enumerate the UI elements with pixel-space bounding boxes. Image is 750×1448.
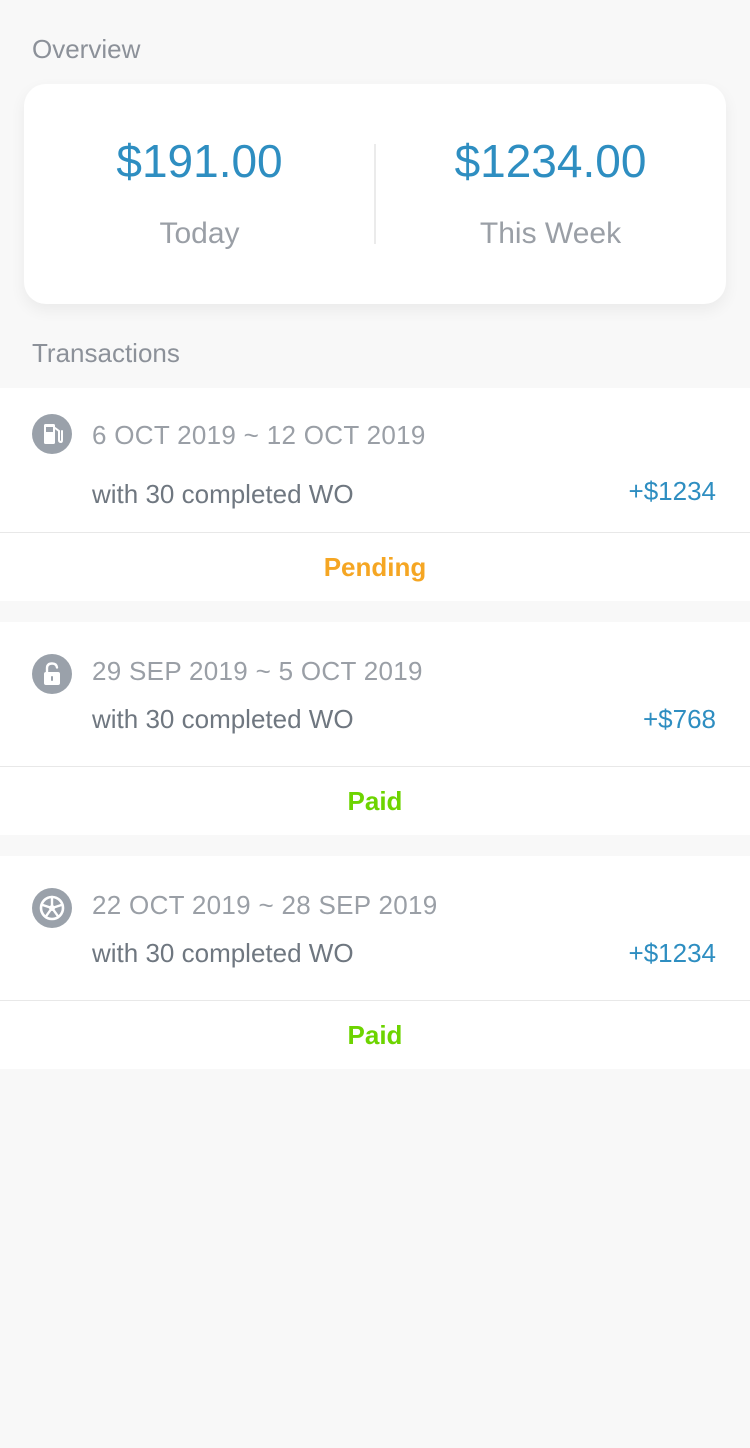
transaction-card[interactable]: 29 SEP 2019 ~ 5 OCT 2019 with 30 complet… bbox=[0, 622, 750, 835]
transaction-status: Pending bbox=[323, 552, 427, 582]
today-stat: $191.00 Today bbox=[24, 84, 375, 304]
transactions-title: Transactions bbox=[32, 338, 180, 368]
transaction-amount: +$1234 bbox=[628, 476, 716, 506]
transaction-date-range: 6 OCT 2019 ~ 12 OCT 2019 bbox=[92, 420, 426, 450]
transaction-status: Paid bbox=[347, 786, 403, 816]
transaction-description: with 30 completed WO bbox=[92, 938, 354, 968]
week-stat: $1234.00 This Week bbox=[375, 84, 726, 304]
transaction-date-range: 29 SEP 2019 ~ 5 OCT 2019 bbox=[92, 656, 423, 686]
week-amount: $1234.00 bbox=[454, 135, 647, 187]
transaction-summary: 22 OCT 2019 ~ 28 SEP 2019 with 30 comple… bbox=[0, 856, 750, 1001]
transaction-amount: +$1234 bbox=[628, 938, 716, 968]
transaction-card[interactable]: 6 OCT 2019 ~ 12 OCT 2019 with 30 complet… bbox=[0, 388, 750, 601]
transaction-date-range: 22 OCT 2019 ~ 28 SEP 2019 bbox=[92, 890, 438, 920]
overview-card: $191.00 Today $1234.00 This Week bbox=[24, 84, 726, 304]
transaction-summary: 6 OCT 2019 ~ 12 OCT 2019 with 30 complet… bbox=[0, 388, 750, 533]
transaction-status: Paid bbox=[347, 1020, 403, 1050]
transaction-description: with 30 completed WO bbox=[92, 479, 354, 509]
unlocked-padlock-icon bbox=[32, 654, 72, 694]
today-amount: $191.00 bbox=[116, 135, 283, 187]
week-label: This Week bbox=[479, 217, 622, 250]
overview-title: Overview bbox=[32, 34, 141, 64]
transaction-amount: +$768 bbox=[642, 704, 716, 734]
transaction-description: with 30 completed WO bbox=[92, 704, 354, 734]
wheel-icon bbox=[32, 888, 72, 928]
fuel-pump-icon bbox=[32, 414, 72, 454]
today-label: Today bbox=[159, 217, 240, 250]
transaction-summary: 29 SEP 2019 ~ 5 OCT 2019 with 30 complet… bbox=[0, 622, 750, 767]
transaction-card[interactable]: 22 OCT 2019 ~ 28 SEP 2019 with 30 comple… bbox=[0, 856, 750, 1069]
